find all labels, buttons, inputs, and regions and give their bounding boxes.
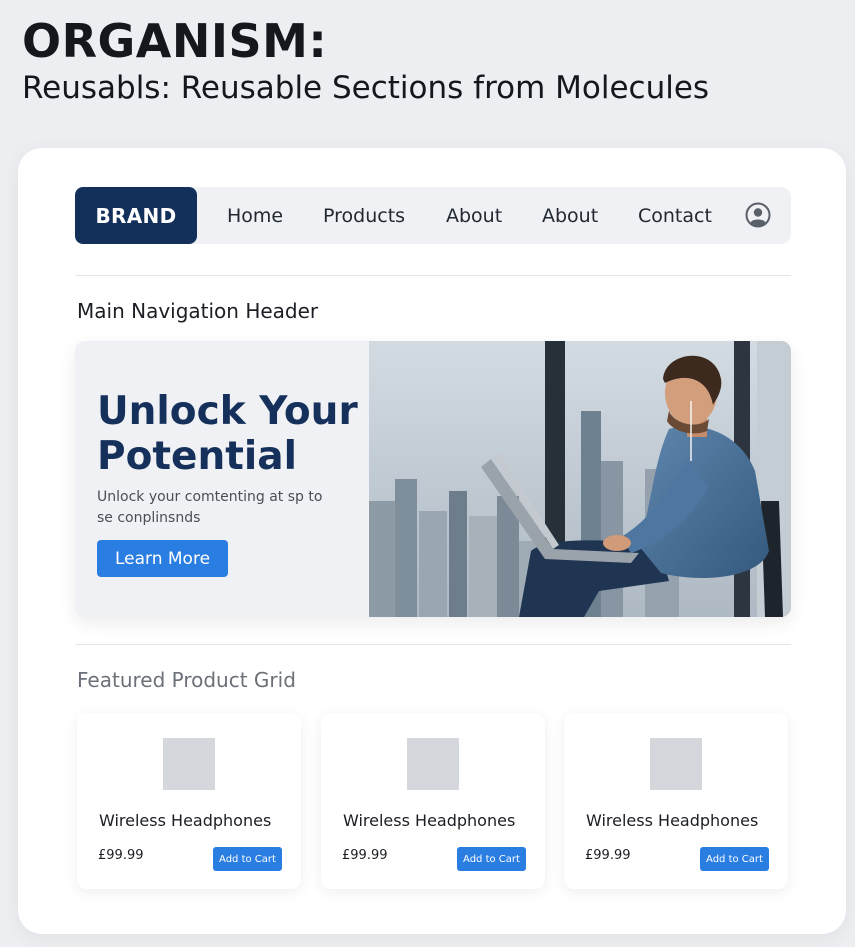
mockup-card: BRAND Home Products About About Contact … [18,148,846,934]
product-price: £99.99 [98,848,144,863]
nav-link-about-2[interactable]: About [542,187,598,244]
hero-body-text: Unlock your comtenting at sp to se conpl… [97,489,323,526]
product-name: Wireless Headphones [99,811,272,830]
hero-photo [369,341,791,617]
nav-link-products[interactable]: Products [323,187,405,244]
page-title: ORGANISM: [22,14,328,68]
divider [75,275,791,276]
section-label-navigation: Main Navigation Header [77,299,319,323]
product-image-placeholder [407,738,459,790]
product-card: Wireless Headphones £99.99 Add to Cart [77,713,301,889]
product-name: Wireless Headphones [343,811,516,830]
nav-link-home[interactable]: Home [227,187,283,244]
product-price: £99.99 [342,848,388,863]
add-to-cart-button[interactable]: Add to Cart [457,847,526,871]
page-subtitle: Reusabls: Reusable Sections from Molecul… [22,70,710,106]
product-name: Wireless Headphones [586,811,759,830]
brand-logo[interactable]: BRAND [75,187,197,244]
product-image-placeholder [650,738,702,790]
nav-link-contact[interactable]: Contact [638,187,712,244]
add-to-cart-button[interactable]: Add to Cart [700,847,769,871]
hero-title: Unlock Your Potential [97,389,358,479]
section-label-products: Featured Product Grid [77,668,296,692]
nav-link-about[interactable]: About [446,187,502,244]
product-card: Wireless Headphones £99.99 Add to Cart [321,713,545,889]
divider [75,644,791,645]
hero-banner: Unlock Your Potential Unlock your comten… [75,341,791,617]
user-circle-icon[interactable] [745,202,771,228]
product-image-placeholder [163,738,215,790]
learn-more-button[interactable]: Learn More [97,540,228,577]
product-card: Wireless Headphones £99.99 Add to Cart [564,713,788,889]
product-price: £99.99 [585,848,631,863]
add-to-cart-button[interactable]: Add to Cart [213,847,282,871]
main-navigation: BRAND Home Products About About Contact [75,187,791,244]
